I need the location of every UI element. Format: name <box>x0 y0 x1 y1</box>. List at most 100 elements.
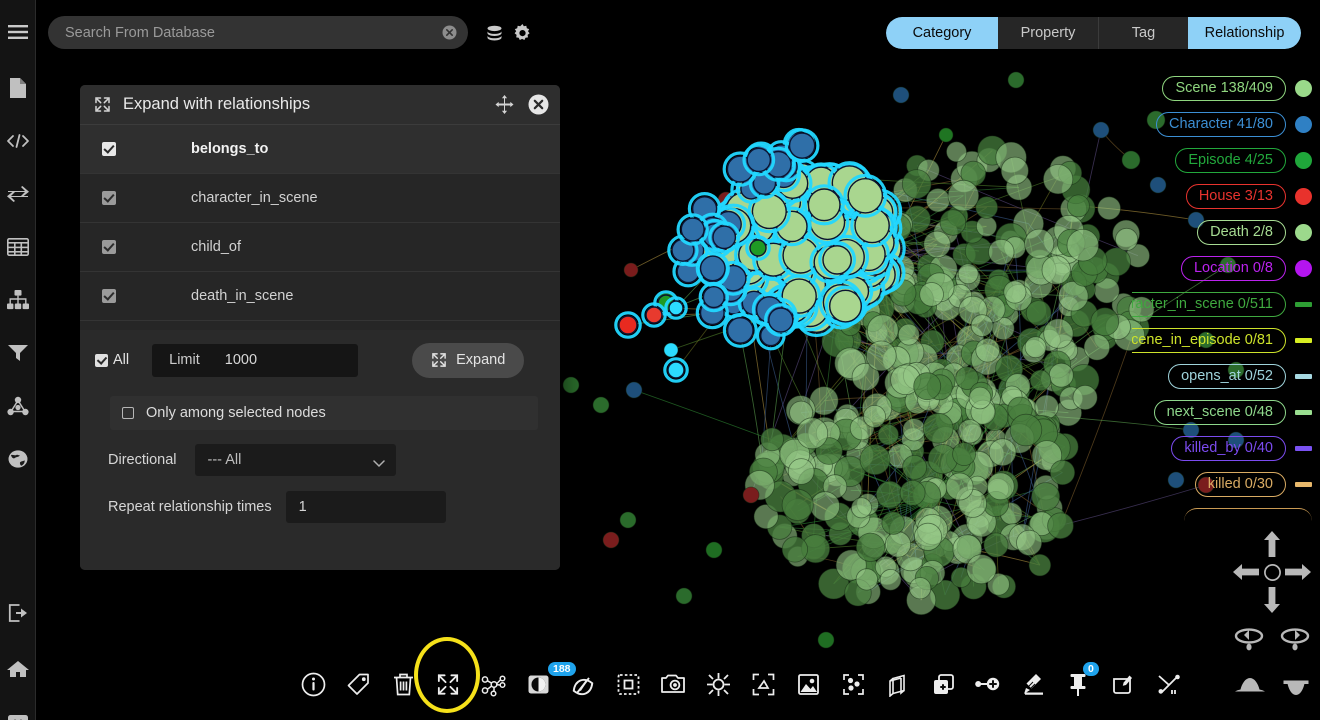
rotate-left-icon[interactable] <box>1233 624 1265 654</box>
cube-icon[interactable] <box>885 671 911 697</box>
relationship-row[interactable]: child_of <box>80 223 560 272</box>
pin-icon[interactable]: 0 <box>1065 671 1091 697</box>
legend-item[interactable]: Location 0/8 <box>1181 256 1312 280</box>
legend-pill[interactable]: House 3/13 <box>1186 184 1286 209</box>
tab-property[interactable]: Property <box>998 17 1098 49</box>
legend-pill[interactable]: Death 2/8 <box>1197 220 1286 245</box>
legend-pill[interactable]: killed 0/30 <box>1195 472 1286 497</box>
only-among-label: Only among selected nodes <box>146 405 326 421</box>
legend-pill[interactable] <box>1184 508 1312 524</box>
table-icon[interactable] <box>0 229 36 265</box>
legend-item[interactable]: House 3/13 <box>1186 184 1312 208</box>
relationship-checkbox[interactable] <box>102 191 116 205</box>
note-icon[interactable] <box>1110 671 1136 697</box>
legend-item[interactable]: next_scene 0/48 <box>1154 400 1312 424</box>
gear-icon[interactable] <box>510 21 534 45</box>
arrow-left-icon[interactable] <box>1233 561 1259 583</box>
tag-icon[interactable] <box>345 671 371 697</box>
move-handle-icon[interactable] <box>492 93 516 117</box>
hide-icon[interactable] <box>570 671 596 697</box>
clean-icon[interactable] <box>1020 671 1046 697</box>
expand-icon[interactable] <box>435 671 461 697</box>
code-icon[interactable] <box>0 123 36 159</box>
camera-icon[interactable] <box>660 671 686 697</box>
legend-pill[interactable]: opens_at 0/52 <box>1168 364 1286 389</box>
contrast-icon[interactable]: 188 <box>525 671 551 697</box>
arrow-down-icon[interactable] <box>1261 587 1283 613</box>
database-icon[interactable] <box>482 21 506 45</box>
bottom-toolbar[interactable]: 188 <box>300 656 1181 712</box>
relationship-row[interactable]: belongs_to <box>80 125 560 174</box>
path-icon[interactable] <box>1155 671 1181 697</box>
legend-item[interactable]: Episode 4/25 <box>1175 148 1312 172</box>
relationship-row[interactable]: death_in_scene <box>80 272 560 321</box>
only-among-selected-row[interactable]: Only among selected nodes <box>110 396 538 430</box>
info-icon[interactable] <box>300 671 326 697</box>
focus-icon[interactable] <box>705 671 731 697</box>
screenshot-icon[interactable] <box>750 671 776 697</box>
all-checkbox[interactable] <box>95 354 108 367</box>
hierarchy-icon[interactable] <box>0 282 36 318</box>
legend-item[interactable]: character_in_scene 0/511 <box>1132 292 1312 316</box>
legend-pill[interactable]: next_scene 0/48 <box>1154 400 1286 425</box>
legend-pill[interactable]: scene_in_episode 0/81 <box>1132 328 1286 353</box>
legend-pill[interactable]: Episode 4/25 <box>1175 148 1286 173</box>
tab-relationship[interactable]: Relationship <box>1188 17 1301 49</box>
relationship-row[interactable]: character_in_scene <box>80 174 560 223</box>
tilt-down-icon[interactable] <box>1235 674 1265 698</box>
relationship-checkbox[interactable] <box>102 240 116 254</box>
legend-item[interactable]: scene_in_episode 0/81 <box>1132 328 1312 352</box>
legend-pill[interactable]: killed_by 0/40 <box>1171 436 1286 461</box>
legend-pill[interactable]: Character 41/80 <box>1156 112 1286 137</box>
legend-pill[interactable]: character_in_scene 0/511 <box>1132 292 1286 317</box>
limit-input[interactable] <box>225 352 335 368</box>
relationship-checkbox[interactable] <box>102 142 116 156</box>
repeat-input[interactable] <box>286 491 446 523</box>
legend-item[interactable]: Scene 138/409 <box>1162 76 1312 100</box>
select-box-icon[interactable] <box>615 671 641 697</box>
search-input[interactable] <box>48 25 436 41</box>
expand-button[interactable]: Expand <box>412 343 524 378</box>
transfer-icon[interactable] <box>0 176 36 212</box>
network-icon[interactable] <box>0 388 36 424</box>
globe-icon[interactable] <box>0 441 36 477</box>
add-node-icon[interactable] <box>975 671 1001 697</box>
image-icon[interactable] <box>795 671 821 697</box>
arrow-up-icon[interactable] <box>1261 531 1283 557</box>
document-icon[interactable] <box>0 70 36 106</box>
legend-item[interactable]: Character 41/80 <box>1156 112 1312 136</box>
clear-circle-icon[interactable] <box>436 16 462 49</box>
arrow-right-icon[interactable] <box>1285 561 1311 583</box>
home-icon[interactable] <box>0 651 36 687</box>
tab-tag[interactable]: Tag <box>1099 17 1188 49</box>
tab-category[interactable]: Category <box>886 17 998 49</box>
legend-pill[interactable]: Location 0/8 <box>1181 256 1286 281</box>
recenter-circle-icon[interactable] <box>1262 562 1282 582</box>
relationship-checkbox[interactable] <box>102 289 116 303</box>
logout-icon[interactable] <box>0 595 36 631</box>
graph-expand-icon[interactable] <box>480 671 506 697</box>
only-among-checkbox[interactable] <box>122 407 134 419</box>
limit-field[interactable]: Limit <box>152 344 358 377</box>
view-tabs[interactable]: Category Property Tag Relationship <box>886 17 1301 49</box>
legend-item[interactable]: killed_by 0/40 <box>1171 436 1312 460</box>
command-icon[interactable]: ⌘ <box>0 707 36 720</box>
cluster-icon[interactable] <box>840 671 866 697</box>
legend-item[interactable] <box>1184 508 1312 524</box>
search-bar[interactable] <box>48 16 468 49</box>
legend-item[interactable]: Death 2/8 <box>1197 220 1312 244</box>
legend-item[interactable]: killed 0/30 <box>1195 472 1312 496</box>
close-circle-icon[interactable] <box>526 93 550 117</box>
add-layer-icon[interactable] <box>930 671 956 697</box>
rotate-right-icon[interactable] <box>1279 624 1311 654</box>
all-checkbox-wrap[interactable]: All <box>95 352 129 368</box>
legend-item[interactable]: opens_at 0/52 <box>1168 364 1312 388</box>
menu-icon[interactable] <box>0 14 36 50</box>
filter-icon[interactable] <box>0 335 36 371</box>
tilt-up-icon[interactable] <box>1281 674 1311 698</box>
legend-pill[interactable]: Scene 138/409 <box>1162 76 1286 101</box>
expand-relationships-dialog[interactable]: Expand with relationships belongs_tochar… <box>80 85 560 570</box>
relationship-list[interactable]: belongs_tocharacter_in_scenechild_ofdeat… <box>80 125 560 330</box>
delete-icon[interactable] <box>390 671 416 697</box>
directional-select[interactable]: --- All <box>195 444 396 476</box>
